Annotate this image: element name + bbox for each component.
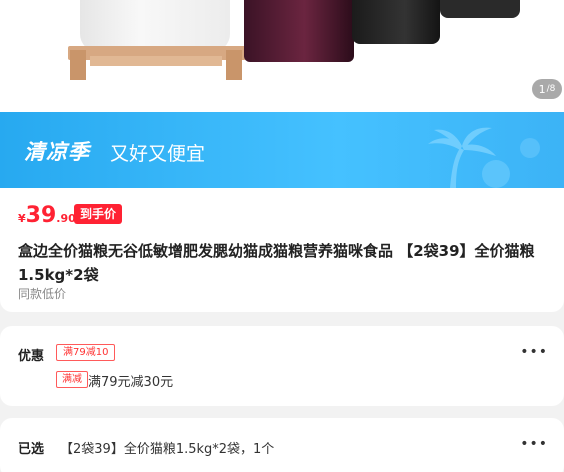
product-page: 1/8 清凉季 又好又便宜 ¥ 39 .90 到手价 盒边全价猫粮无谷低敏增肥发…: [0, 0, 564, 472]
selected-spec-value: 【2袋39】全价猫粮1.5kg*2袋，1个: [60, 442, 275, 457]
product-image: [30, 0, 246, 80]
more-dots-icon[interactable]: •••: [520, 344, 548, 360]
promo-banner[interactable]: 清凉季 又好又便宜: [0, 112, 564, 188]
coupon-badge[interactable]: 满79减10: [56, 344, 116, 361]
banner-title: 清凉季: [24, 140, 90, 164]
pager-total: 8: [549, 84, 556, 94]
white-bag-image: [80, 0, 230, 52]
product-image-gallery[interactable]: 1/8: [0, 0, 564, 112]
banner-subtitle: 又好又便宜: [110, 143, 206, 165]
discount-tag: 满减: [56, 371, 88, 388]
maroon-bag-image: [244, 0, 354, 62]
price-integer: 39: [25, 203, 57, 228]
promotion-row[interactable]: 优惠 满79减10 满减 满79元减30元 •••: [0, 326, 564, 406]
wood-leg-right: [226, 50, 242, 80]
black-bag-image: [352, 0, 440, 44]
final-price-tag: 到手价: [74, 204, 123, 224]
gallery-pager: 1/8: [532, 79, 562, 99]
promotion-label: 优惠: [18, 349, 45, 364]
more-dots-icon[interactable]: •••: [520, 436, 548, 452]
wood-cross: [90, 56, 222, 66]
discount-text: 满79元减30元: [88, 375, 174, 390]
wood-leg-left: [70, 50, 86, 80]
product-info-card: ¥ 39 .90 到手价 盒边全价猫粮无谷低敏增肥发腮幼猫成猫粮营养猫咪食品 【…: [0, 188, 564, 312]
price-decimal: .90: [56, 212, 76, 225]
price-symbol: ¥: [18, 212, 26, 225]
product-price: ¥ 39 .90: [18, 203, 76, 228]
product-title: 盒边全价猫粮无谷低敏增肥发腮幼猫成猫粮营养猫咪食品 【2袋39】全价猫粮1.5k…: [18, 242, 535, 284]
same-style-low-price[interactable]: 同款低价: [18, 285, 66, 302]
selected-label: 已选: [18, 442, 45, 457]
palm-tree-icon: [428, 127, 540, 188]
black-bag-image-2: [440, 0, 520, 18]
selected-spec-row[interactable]: 已选 【2袋39】全价猫粮1.5kg*2袋，1个 •••: [0, 418, 564, 472]
pager-current: 1: [538, 82, 546, 96]
